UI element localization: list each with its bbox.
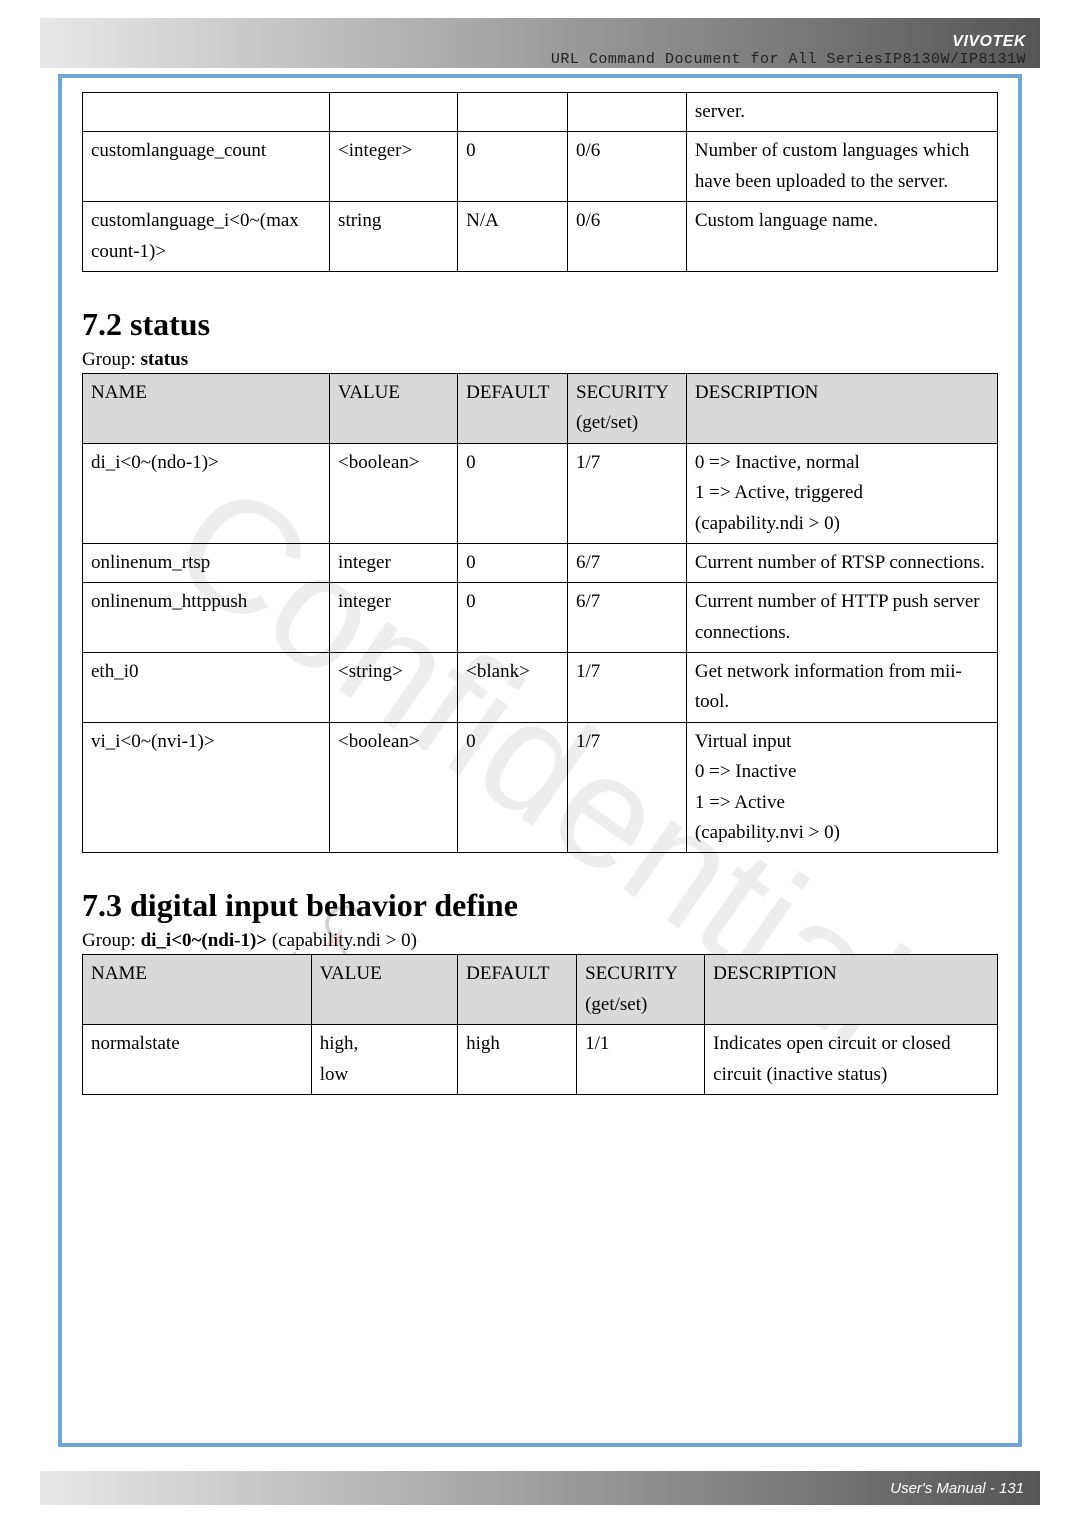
cell-default: 0 [458,132,568,202]
cell-default: N/A [458,202,568,272]
cell-value: string [330,202,458,272]
cell-security: 0/6 [567,202,686,272]
section-7-3-heading: 7.3 digital input behavior define [82,887,998,924]
cell-description: Indicates open circuit or closed circuit… [705,1025,998,1095]
table-row: customlanguage_count <integer> 0 0/6 Num… [83,132,998,202]
cell-description: Virtual input 0 => Inactive 1 => Active … [686,722,997,853]
cell-description: Current number of HTTP push server conne… [686,583,997,653]
cell-value: <boolean> [330,722,458,853]
cell-value: integer [330,543,458,582]
cell-security: 1/7 [567,653,686,723]
header-description: DESCRIPTION [705,955,998,1025]
cell-value: high, low [311,1025,457,1095]
table-header-row: NAME VALUE DEFAULT SECURITY (get/set) DE… [83,955,998,1025]
group-label: Group: [82,349,136,370]
cell-value: <integer> [330,132,458,202]
cell-default: 0 [458,722,568,853]
cell-description: Current number of RTSP connections. [686,543,997,582]
cell-value: <boolean> [330,443,458,543]
header-security: SECURITY (get/set) [577,955,705,1025]
cell-value [330,93,458,132]
cell-name: vi_i<0~(nvi-1)> [83,722,330,853]
cell-name: customlanguage_count [83,132,330,202]
header-description: DESCRIPTION [686,373,997,443]
cell-name: eth_i0 [83,653,330,723]
table-row: onlinenum_rtsp integer 0 6/7 Current num… [83,543,998,582]
footer-text: User's Manual - 131 [890,1480,1024,1497]
section-7-3-group: Group: di_i<0~(ndi-1)> (capability.ndi >… [82,930,998,952]
table-row: customlanguage_i<0~(max count-1)> string… [83,202,998,272]
group-value: status [141,349,189,370]
cell-description: server. [686,93,997,132]
group-bold: di_i<0~(ndi-1)> [141,930,268,951]
cell-value: <string> [330,653,458,723]
cell-default: <blank> [458,653,568,723]
group-suffix: (capability.ndi > 0) [267,930,417,951]
cell-name: normalstate [83,1025,312,1095]
cell-security: 1/7 [567,722,686,853]
cell-description: Number of custom languages which have be… [686,132,997,202]
cell-security: 6/7 [567,543,686,582]
table-row: normalstate high, low high 1/1 Indicates… [83,1025,998,1095]
section-7-2-group: Group: status [82,349,998,371]
cell-description: Custom language name. [686,202,997,272]
cell-name: onlinenum_httppush [83,583,330,653]
table-row: di_i<0~(ndo-1)> <boolean> 0 1/7 0 => Ina… [83,443,998,543]
cell-name [83,93,330,132]
cell-description: Get network information from mii-tool. [686,653,997,723]
header-subtitle: URL Command Document for All SeriesIP813… [551,51,1026,68]
cell-default: 0 [458,583,568,653]
cell-default: high [458,1025,577,1095]
cell-security: 0/6 [567,132,686,202]
cell-name: onlinenum_rtsp [83,543,330,582]
cell-security: 1/1 [577,1025,705,1095]
header-security: SECURITY (get/set) [567,373,686,443]
page-header: VIVOTEK URL Command Document for All Ser… [40,18,1040,68]
page: VIVOTEK URL Command Document for All Ser… [0,0,1080,1527]
cell-name: customlanguage_i<0~(max count-1)> [83,202,330,272]
table-status: NAME VALUE DEFAULT SECURITY (get/set) DE… [82,373,998,853]
cell-security: 6/7 [567,583,686,653]
table-row: server. [83,93,998,132]
table-row: vi_i<0~(nvi-1)> <boolean> 0 1/7 Virtual … [83,722,998,853]
cell-default: 0 [458,543,568,582]
table-customlanguage: server. customlanguage_count <integer> 0… [82,92,998,272]
brand-label: VIVOTEK [952,33,1026,51]
cell-default [458,93,568,132]
cell-default: 0 [458,443,568,543]
header-value: VALUE [330,373,458,443]
cell-security: 1/7 [567,443,686,543]
cell-description: 0 => Inactive, normal 1 => Active, trigg… [686,443,997,543]
table-header-row: NAME VALUE DEFAULT SECURITY (get/set) DE… [83,373,998,443]
table-row: eth_i0 <string> <blank> 1/7 Get network … [83,653,998,723]
header-default: DEFAULT [458,373,568,443]
cell-name: di_i<0~(ndo-1)> [83,443,330,543]
cell-security [567,93,686,132]
cell-value: integer [330,583,458,653]
page-footer: User's Manual - 131 [40,1471,1040,1505]
content-frame: server. customlanguage_count <integer> 0… [58,74,1022,1447]
header-name: NAME [83,955,312,1025]
section-7-2-heading: 7.2 status [82,306,998,343]
group-prefix: Group: [82,930,141,951]
header-default: DEFAULT [458,955,577,1025]
table-digital-input: NAME VALUE DEFAULT SECURITY (get/set) DE… [82,954,998,1095]
header-name: NAME [83,373,330,443]
table-row: onlinenum_httppush integer 0 6/7 Current… [83,583,998,653]
header-value: VALUE [311,955,457,1025]
